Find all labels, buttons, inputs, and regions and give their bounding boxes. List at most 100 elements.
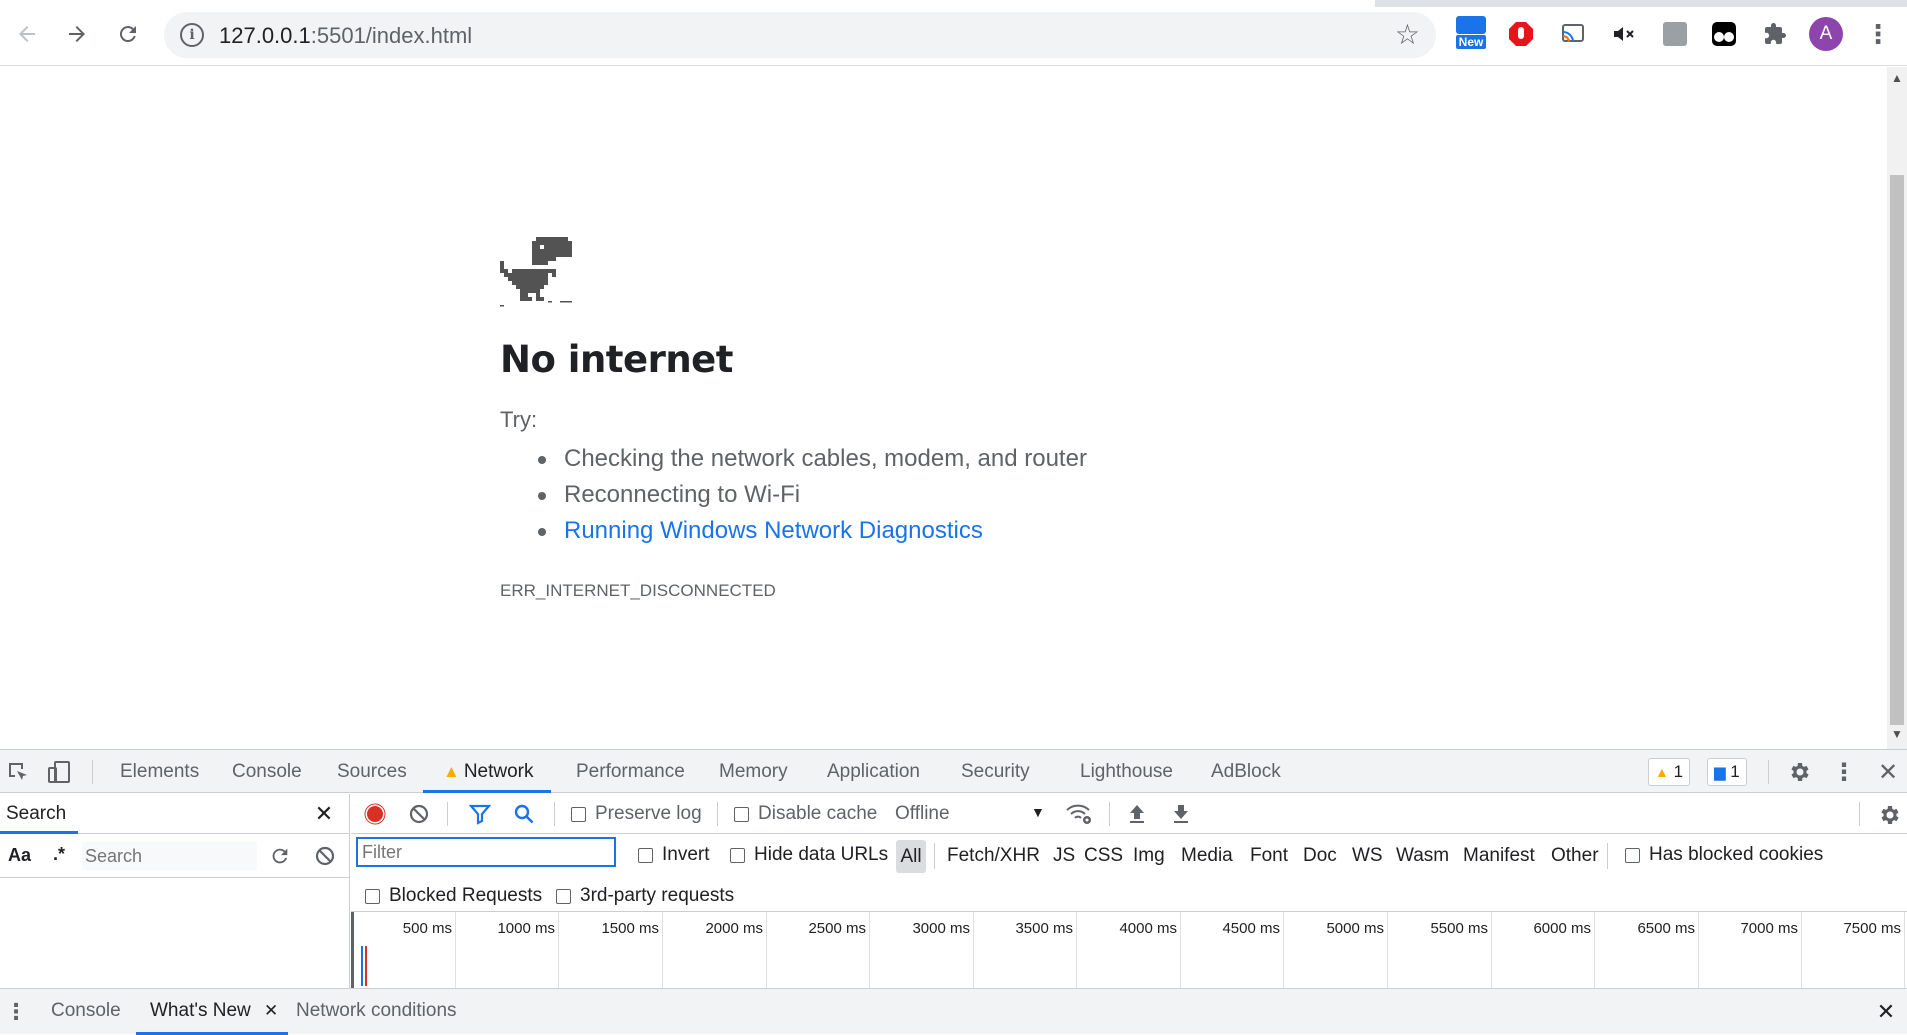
extension-new-icon[interactable]: New xyxy=(1452,15,1490,52)
network-settings-gear-icon[interactable] xyxy=(1876,802,1902,828)
import-har-icon[interactable] xyxy=(1126,802,1148,826)
tampermonkey-icon[interactable] xyxy=(1706,16,1742,52)
close-drawer-icon[interactable]: ✕ xyxy=(1874,999,1898,1025)
filter-icon[interactable] xyxy=(468,803,492,825)
type-filter-fetch-xhr[interactable]: Fetch/XHR xyxy=(947,845,1040,867)
url-text[interactable]: 127.0.0.1:5501/index.html xyxy=(219,23,472,49)
drawer-tab-whats-new[interactable]: What's New ✕ xyxy=(136,989,289,1035)
type-filter-js[interactable]: JS xyxy=(1053,845,1075,867)
site-info-icon[interactable]: i xyxy=(180,23,204,47)
dino-icon[interactable] xyxy=(500,237,1087,314)
address-bar[interactable]: i 127.0.0.1:5501/index.html ☆ xyxy=(164,12,1436,58)
timeline-load-marker xyxy=(365,946,367,986)
blocked-requests-checkbox[interactable]: Blocked Requests xyxy=(365,885,542,907)
third-party-requests-checkbox[interactable]: 3rd-party requests xyxy=(556,885,734,907)
separator xyxy=(1768,760,1769,784)
mute-icon[interactable] xyxy=(1606,16,1642,52)
network-conditions-icon[interactable] xyxy=(1065,802,1093,826)
preserve-log-checkbox[interactable]: Preserve log xyxy=(571,803,702,825)
clear-search-icon[interactable] xyxy=(313,844,337,868)
cast-icon[interactable] xyxy=(1555,16,1591,52)
scroll-up-icon[interactable]: ▲ xyxy=(1891,71,1903,85)
record-icon[interactable] xyxy=(363,802,387,826)
tab-performance[interactable]: Performance xyxy=(576,750,685,793)
settings-gear-icon[interactable] xyxy=(1786,759,1812,785)
messages-badge[interactable]: ▆ 1 xyxy=(1707,758,1747,786)
browser-menu-icon[interactable]: ⋮ xyxy=(1860,16,1896,52)
tab-network[interactable]: ▲ Network xyxy=(423,750,551,793)
tab-console[interactable]: Console xyxy=(232,750,302,793)
match-case-toggle[interactable]: Aa xyxy=(8,845,31,866)
timeline-left-handle[interactable] xyxy=(351,912,354,988)
type-filter-other[interactable]: Other xyxy=(1551,845,1599,867)
tab-adblock[interactable]: AdBlock xyxy=(1211,750,1281,793)
extension-gray-icon[interactable] xyxy=(1657,16,1693,52)
type-filter-img[interactable]: Img xyxy=(1133,845,1165,867)
invert-checkbox[interactable]: Invert xyxy=(638,844,710,866)
regex-toggle[interactable]: .* xyxy=(53,844,65,865)
type-filter-ws[interactable]: WS xyxy=(1352,845,1383,867)
network-filter-bar: Invert Hide data URLs All Fetch/XHR JS C… xyxy=(351,834,1907,879)
page-content: No internet Try: Checking the network ca… xyxy=(0,67,1887,749)
tab-security[interactable]: Security xyxy=(961,750,1030,793)
export-har-icon[interactable] xyxy=(1170,802,1192,826)
network-panel: Preserve log Disable cache Offline ▼ Fil… xyxy=(351,794,1907,988)
bookmark-star-icon[interactable]: ☆ xyxy=(1395,18,1420,51)
type-filter-doc[interactable]: Doc xyxy=(1303,845,1337,867)
throttling-select[interactable]: Offline ▼ xyxy=(895,803,1045,825)
timeline-dom-marker xyxy=(361,946,363,986)
tab-sources[interactable]: Sources xyxy=(337,750,407,793)
type-filter-wasm[interactable]: Wasm xyxy=(1396,845,1449,867)
reload-icon[interactable] xyxy=(110,16,146,52)
suggestion-item: Reconnecting to Wi-Fi xyxy=(538,477,1087,513)
separator xyxy=(1607,843,1608,869)
network-filter-bar-2: Blocked Requests 3rd-party requests xyxy=(351,879,1907,912)
tab-lighthouse[interactable]: Lighthouse xyxy=(1080,750,1173,793)
type-filter-font[interactable]: Font xyxy=(1250,845,1288,867)
new-badge: New xyxy=(1455,34,1487,49)
type-filter-all[interactable]: All xyxy=(896,840,926,873)
back-icon[interactable] xyxy=(9,16,45,52)
page-scrollbar[interactable]: ▲ ▼ xyxy=(1887,67,1907,749)
try-label: Try: xyxy=(500,407,538,432)
search-tab[interactable]: Search xyxy=(6,803,66,825)
network-toolbar: Preserve log Disable cache Offline ▼ xyxy=(351,794,1907,834)
scroll-down-icon[interactable]: ▼ xyxy=(1891,727,1903,741)
disable-cache-checkbox[interactable]: Disable cache xyxy=(734,803,877,825)
tab-strip xyxy=(0,0,1907,7)
device-toolbar-icon[interactable] xyxy=(47,760,73,784)
profile-avatar[interactable]: A xyxy=(1808,16,1844,52)
extensions-puzzle-icon[interactable] xyxy=(1757,16,1793,52)
tab-memory[interactable]: Memory xyxy=(719,750,788,793)
search-input[interactable] xyxy=(82,842,257,870)
type-filter-css[interactable]: CSS xyxy=(1084,845,1123,867)
has-blocked-cookies-checkbox[interactable]: Has blocked cookies xyxy=(1625,844,1823,866)
timeline-tick: 7500 ms xyxy=(1843,912,1905,988)
filter-input[interactable] xyxy=(356,837,616,867)
type-filter-manifest[interactable]: Manifest xyxy=(1463,845,1535,867)
devtools-drawer: ⋮ Console What's New ✕ Network condition… xyxy=(0,988,1907,1035)
forward-icon[interactable] xyxy=(59,16,95,52)
hide-data-urls-checkbox[interactable]: Hide data URLs xyxy=(730,844,888,866)
search-icon[interactable] xyxy=(512,803,536,825)
tab-application[interactable]: Application xyxy=(827,750,920,793)
devtools-menu-icon[interactable]: ⋮ xyxy=(1832,758,1856,786)
timeline-tick: 4000 ms xyxy=(1119,912,1181,988)
inspect-element-icon[interactable] xyxy=(6,760,30,784)
active-tab[interactable] xyxy=(0,0,1375,7)
close-search-icon[interactable]: ✕ xyxy=(312,801,336,827)
warnings-badge[interactable]: ▲ 1 xyxy=(1648,758,1691,786)
adblock-icon[interactable] xyxy=(1503,16,1539,52)
drawer-tab-network-conditions[interactable]: Network conditions xyxy=(296,989,457,1035)
drawer-tab-console[interactable]: Console xyxy=(51,989,121,1035)
drawer-menu-icon[interactable]: ⋮ xyxy=(5,999,27,1025)
scrollbar-thumb[interactable] xyxy=(1890,175,1904,725)
tab-elements[interactable]: Elements xyxy=(120,750,199,793)
close-tab-icon[interactable]: ✕ xyxy=(264,1001,278,1020)
diagnostics-link[interactable]: Running Windows Network Diagnostics xyxy=(538,513,1087,549)
refresh-search-icon[interactable] xyxy=(268,844,292,868)
network-timeline-overview[interactable]: 500 ms 1000 ms 1500 ms 2000 ms 2500 ms 3… xyxy=(351,912,1907,988)
close-devtools-icon[interactable]: ✕ xyxy=(1876,758,1900,786)
type-filter-media[interactable]: Media xyxy=(1181,845,1233,867)
clear-log-icon[interactable] xyxy=(408,803,430,825)
